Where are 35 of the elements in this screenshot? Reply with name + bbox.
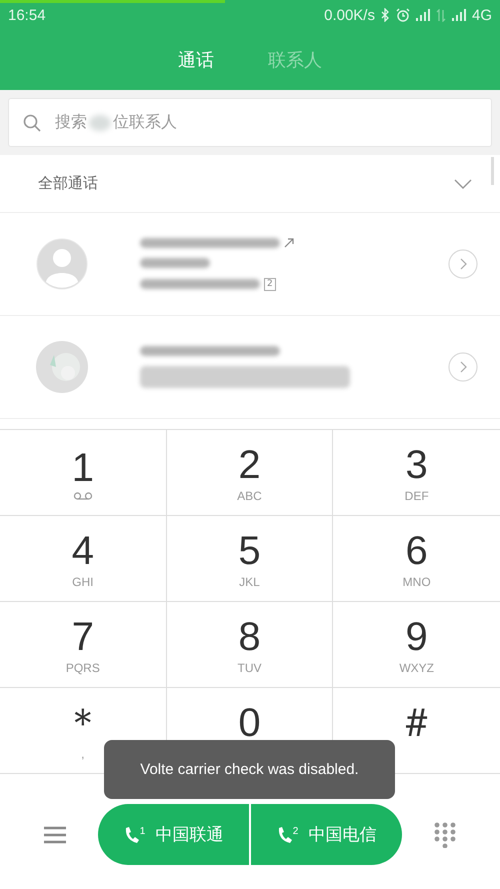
call-log-row[interactable] — [0, 315, 500, 419]
dial-key[interactable]: 5 JKL — [166, 516, 334, 602]
dial-key[interactable]: 1 — [0, 430, 167, 516]
redacted-number — [89, 114, 111, 130]
sim-number: 1 — [140, 826, 146, 836]
dial-key[interactable]: 7 PQRS — [0, 602, 167, 688]
voicemail-icon — [72, 492, 93, 500]
carrier-toast: Volte carrier check was disabled. — [104, 740, 395, 799]
menu-icon[interactable] — [44, 826, 66, 844]
dial-key[interactable]: 2 ABC — [166, 430, 334, 516]
chevron-right-circle-icon[interactable] — [448, 352, 478, 382]
chevron-right-circle-icon[interactable] — [448, 249, 478, 279]
dial-key[interactable]: 4 GHI — [0, 516, 167, 602]
signal-icon — [416, 9, 430, 21]
chevron-down-icon[interactable] — [454, 178, 472, 188]
avatar-icon — [36, 238, 88, 290]
network-speed: 0.00K/s — [324, 6, 375, 24]
sim-number: 2 — [292, 826, 298, 836]
dialpad-icon[interactable] — [434, 822, 456, 848]
bluetooth-icon — [380, 8, 390, 22]
data-arrows-icon — [436, 8, 446, 22]
filter-label: 全部通话 — [38, 174, 98, 193]
dial-key[interactable]: 8 TUV — [166, 602, 334, 688]
placeholder-text: 位联系人 — [113, 112, 177, 133]
sim-badge: 2 — [264, 278, 276, 290]
phone-icon — [276, 826, 293, 844]
placeholder-text: 搜索 — [55, 112, 87, 133]
call-log-row[interactable]: 2 — [0, 213, 500, 315]
search-icon — [23, 114, 41, 132]
status-time: 16:54 — [8, 6, 46, 24]
network-type: 4G — [472, 6, 492, 24]
phone-icon — [124, 826, 140, 844]
signal-icon — [452, 9, 466, 21]
redacted-text — [140, 258, 210, 268]
alarm-icon — [396, 8, 410, 22]
